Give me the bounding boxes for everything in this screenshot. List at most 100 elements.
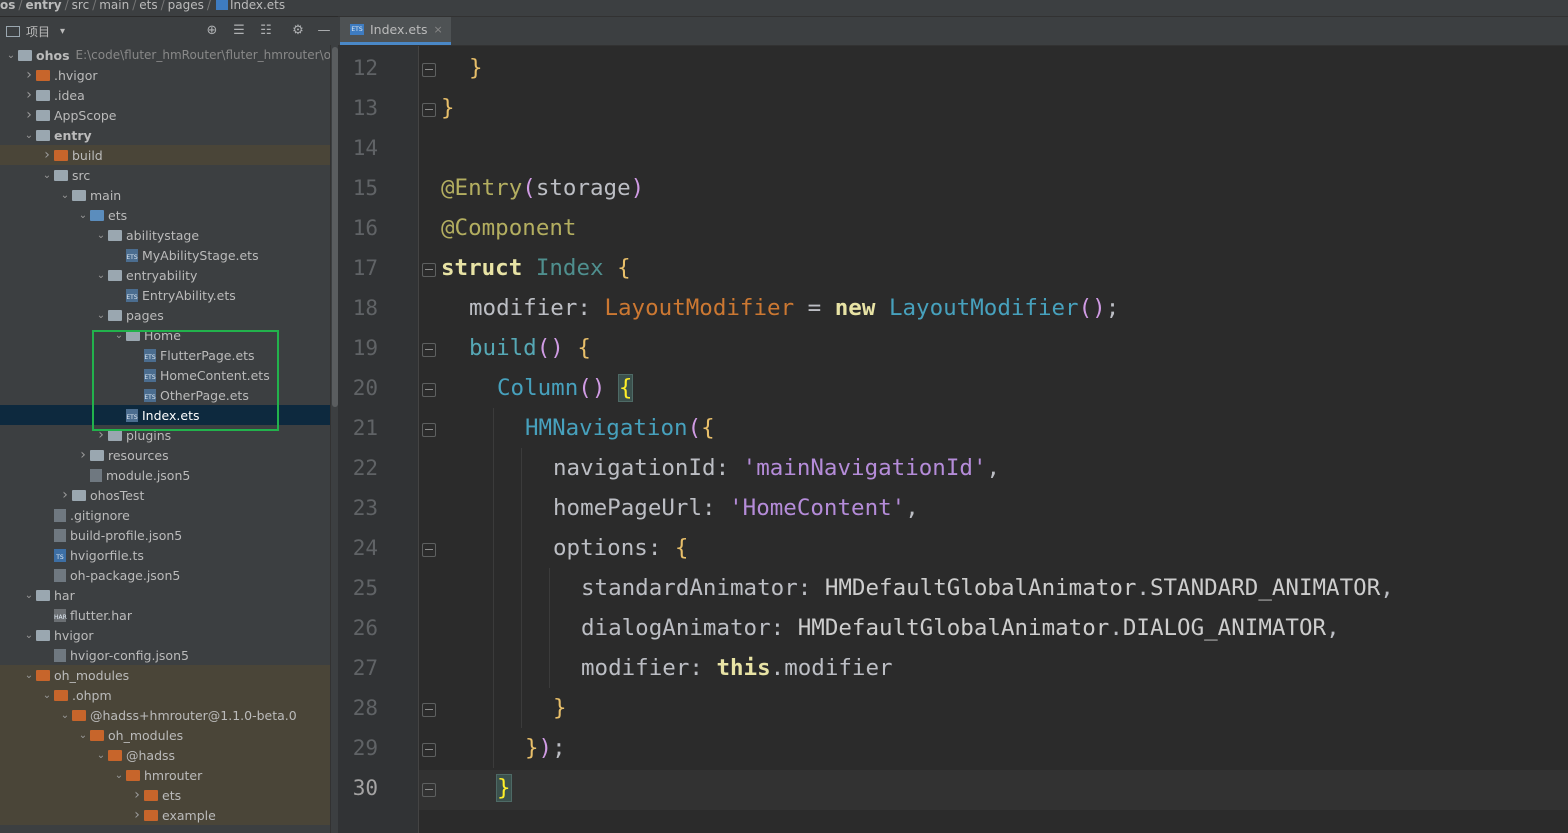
chevron-down-icon[interactable]: ⌄ — [4, 50, 18, 61]
tree-item[interactable]: module.json5 — [0, 465, 330, 485]
chevron-down-icon[interactable]: ⌄ — [76, 210, 90, 221]
breadcrumb-item[interactable]: src — [72, 0, 90, 11]
breadcrumb-item[interactable]: ets — [139, 0, 157, 11]
fold-marker-icon[interactable] — [422, 63, 436, 77]
tree-item[interactable]: oh-package.json5 — [0, 565, 330, 585]
chevron-down-icon[interactable]: ⌄ — [112, 770, 126, 781]
fold-marker-icon[interactable] — [422, 743, 436, 757]
indent-guide — [493, 488, 494, 528]
tree-item[interactable]: ⌄ ets — [0, 205, 330, 225]
tree-item[interactable]: hvigor-config.json5 — [0, 645, 330, 665]
globe-target-icon[interactable]: ⊕ — [204, 23, 220, 39]
tree-item[interactable]: ⌄ ohos E:\code\fluter_hmRouter\fluter_hmro… — [0, 45, 330, 65]
tree-item[interactable]: ETS OtherPage.ets — [0, 385, 330, 405]
chevron-down-icon[interactable]: ⌄ — [22, 630, 36, 641]
tree-item[interactable]: › AppScope — [0, 105, 330, 125]
chevron-down-icon[interactable]: ⌄ — [40, 170, 54, 181]
code-editor[interactable]: 12 13 14 15 16 17 18 19 20 21 22 23 24 25 26 27 28 29 30 }… — [338, 46, 1568, 833]
chevron-down-icon[interactable]: ⌄ — [22, 130, 36, 141]
tree-item[interactable]: ETS HomeContent.ets — [0, 365, 330, 385]
tree-item[interactable]: › plugins — [0, 425, 330, 445]
chevron-down-icon[interactable]: ⌄ — [58, 190, 72, 201]
fold-marker-icon[interactable] — [422, 783, 436, 797]
tree-item[interactable]: ⌄ hmrouter — [0, 765, 330, 785]
tree-item[interactable]: ETS MyAbilityStage.ets — [0, 245, 330, 265]
tree-item[interactable]: › .idea — [0, 85, 330, 105]
fold-marker-icon[interactable] — [422, 423, 436, 437]
tree-item[interactable]: ⌄ har — [0, 585, 330, 605]
gear-icon[interactable]: ⚙ — [290, 23, 306, 39]
chevron-right-icon[interactable]: › — [22, 67, 36, 83]
tree-item[interactable]: › .hvigor — [0, 65, 330, 85]
tree-item[interactable]: ⌄ Home — [0, 325, 330, 345]
tree-item-label: hmrouter — [144, 767, 203, 783]
chevron-right-icon[interactable]: › — [58, 487, 72, 503]
tree-item[interactable]: ⌄ pages — [0, 305, 330, 325]
line-number: 29 — [352, 736, 378, 760]
tree-item[interactable]: ⌄ main — [0, 185, 330, 205]
code-token: Index — [535, 255, 604, 281]
fold-marker-icon[interactable] — [422, 703, 436, 717]
close-icon[interactable]: × — [434, 23, 443, 36]
tree-item[interactable]: › resources — [0, 445, 330, 465]
collapse-all-icon[interactable]: ☰ — [231, 23, 247, 39]
chevron-down-icon[interactable]: ⌄ — [22, 590, 36, 601]
chevron-down-icon[interactable]: ⌄ — [94, 310, 108, 321]
tree-item[interactable]: ⌄ @hadss — [0, 745, 330, 765]
tree-item[interactable]: build-profile.json5 — [0, 525, 330, 545]
fold-marker-icon[interactable] — [422, 343, 436, 357]
breadcrumb-item[interactable]: pages — [168, 0, 204, 11]
chevron-down-icon[interactable]: ⌄ — [76, 730, 90, 741]
chevron-right-icon[interactable]: › — [22, 87, 36, 103]
tree-item[interactable]: › ohosTest — [0, 485, 330, 505]
tree-item[interactable]: ETS EntryAbility.ets — [0, 285, 330, 305]
minimize-icon[interactable]: — — [316, 23, 332, 39]
chevron-right-icon[interactable]: › — [40, 147, 54, 163]
tree-item[interactable]: .gitignore — [0, 505, 330, 525]
tree-item[interactable]: ETS FlutterPage.ets — [0, 345, 330, 365]
breadcrumb-item[interactable]: main — [99, 0, 129, 11]
code-token: Column — [497, 375, 579, 401]
folder-icon — [72, 489, 86, 501]
tree-item[interactable]: ⌄ oh_modules — [0, 665, 330, 685]
tree-item[interactable]: ⌄ hvigor — [0, 625, 330, 645]
tree-item[interactable]: HAR flutter.har — [0, 605, 330, 625]
code-line: homePageUrl: 'HomeContent', — [553, 488, 919, 528]
breadcrumb-item[interactable]: os — [0, 0, 15, 11]
chevron-down-icon[interactable]: ⌄ — [94, 750, 108, 761]
tree-item[interactable]: ⌄ @hadss+hmrouter@1.1.0-beta.0 — [0, 705, 330, 725]
chevron-right-icon[interactable]: › — [130, 807, 144, 823]
breadcrumb-item[interactable]: Index.ets — [230, 0, 285, 11]
tree-item[interactable]: ⌄ src — [0, 165, 330, 185]
chevron-down-icon[interactable]: ⌄ — [94, 230, 108, 241]
tree-item[interactable]: TS hvigorfile.ts — [0, 545, 330, 565]
chevron-right-icon[interactable]: › — [76, 447, 90, 463]
project-view-selector[interactable]: 项目 ▾ — [6, 23, 65, 40]
chevron-down-icon[interactable]: ⌄ — [94, 270, 108, 281]
chevron-down-icon[interactable]: ⌄ — [22, 670, 36, 681]
fold-marker-icon[interactable] — [422, 263, 436, 277]
chevron-down-icon[interactable]: ⌄ — [58, 710, 72, 721]
fold-marker-icon[interactable] — [422, 543, 436, 557]
tree-item[interactable]: ⌄ entry — [0, 125, 330, 145]
expand-all-icon[interactable]: ☷ — [258, 23, 274, 39]
fold-marker-icon[interactable] — [422, 103, 436, 117]
tab-index-ets[interactable]: ETS Index.ets × — [340, 17, 451, 45]
tree-item[interactable]: ⌄ abilitystage — [0, 225, 330, 245]
tree-item[interactable]: ⌄ .ohpm — [0, 685, 330, 705]
chevron-down-icon[interactable]: ⌄ — [40, 690, 54, 701]
chevron-down-icon[interactable]: ⌄ — [112, 330, 126, 341]
tree-item[interactable]: ETS Index.ets — [0, 405, 330, 425]
chevron-right-icon[interactable]: › — [22, 107, 36, 123]
chevron-right-icon[interactable]: › — [130, 787, 144, 803]
fold-marker-icon[interactable] — [422, 383, 436, 397]
tree-item[interactable]: ⌄ oh_modules — [0, 725, 330, 745]
breadcrumb-item[interactable]: entry — [25, 0, 61, 11]
indent-guide — [521, 648, 522, 688]
tree-item[interactable]: ⌄ entryability — [0, 265, 330, 285]
tree-item[interactable]: › build — [0, 145, 330, 165]
tree-item[interactable]: › example — [0, 805, 330, 825]
chevron-right-icon[interactable]: › — [94, 427, 108, 443]
tree-item[interactable]: › ets — [0, 785, 330, 805]
